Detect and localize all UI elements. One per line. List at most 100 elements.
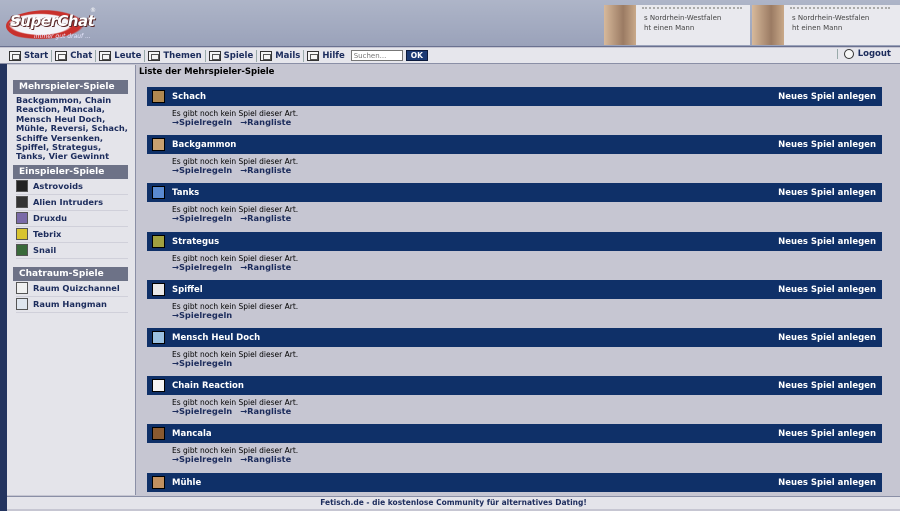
ranking-link[interactable]: →Rangliste [240, 118, 291, 127]
game-section: Spiffel Neues Spiel anlegen Es gibt noch k… [147, 280, 882, 320]
sidebar-item-game[interactable]: Alien Intruders [16, 195, 128, 211]
new-game-button[interactable]: Neues Spiel anlegen [778, 188, 876, 198]
game-name[interactable]: Mensch Heul Doch [172, 333, 778, 343]
new-game-button[interactable]: Neues Spiel anlegen [778, 478, 876, 488]
game-icon [152, 186, 165, 199]
logo-tagline: immer gut drauf ... [34, 33, 91, 40]
sidebar-heading-multiplayer: Mehrspieler-Spiele [13, 80, 128, 94]
nav-divider [51, 49, 53, 62]
logo-registered-mark: ® [90, 7, 96, 14]
ranking-link[interactable]: →Rangliste [240, 166, 291, 175]
game-header: Mancala Neues Spiel anlegen [147, 424, 882, 443]
ad-line: ht einen Mann [644, 24, 695, 32]
ad-line: s Nordrhein-Westfalen [644, 14, 722, 22]
game-body: Es gibt noch kein Spiel dieser Art. →Spie… [147, 443, 882, 464]
rules-link[interactable]: →Spielregeln [172, 455, 232, 464]
logout-link[interactable]: Logout [836, 49, 891, 59]
game-name[interactable]: Strategus [172, 237, 778, 247]
rules-link[interactable]: →Spielregeln [172, 407, 232, 416]
new-game-button[interactable]: Neues Spiel anlegen [778, 92, 876, 102]
ad-line: s Nordrhein-Westfalen [792, 14, 870, 22]
nav-mails[interactable]: Mails [260, 50, 300, 61]
game-header: Tanks Neues Spiel anlegen [147, 183, 882, 202]
ranking-link[interactable]: →Rangliste [240, 214, 291, 223]
search-input[interactable] [350, 50, 403, 61]
multiplayer-game-list[interactable]: Backgammon, Chain Reaction, Mancala, Men… [16, 94, 128, 162]
left-frame [0, 64, 7, 511]
game-body: Es gibt noch kein Spiel dieser Art. →Spie… [147, 202, 882, 223]
sidebar-item-chatroom[interactable]: Raum Quizchannel [16, 281, 128, 297]
game-name[interactable]: Chain Reaction [172, 381, 778, 391]
rules-link[interactable]: →Spielregeln [172, 263, 232, 272]
ranking-link[interactable]: →Rangliste [240, 263, 291, 272]
game-section: Tanks Neues Spiel anlegen Es gibt noch kei… [147, 183, 882, 223]
sidebar-item-game[interactable]: Druxdu [16, 211, 128, 227]
nav-divider [144, 49, 146, 62]
search-ok-button[interactable]: OK [405, 50, 428, 61]
game-name[interactable]: Spiffel [172, 285, 778, 295]
game-name[interactable]: Tanks [172, 188, 778, 198]
chatroom-icon [16, 298, 28, 311]
footer-ad-link[interactable]: Fetisch.de - die kostenlose Community fü… [7, 496, 900, 509]
rules-link[interactable]: →Spielregeln [172, 214, 232, 223]
nav-spiele[interactable]: Spiele [208, 50, 253, 61]
no-game-text: Es gibt noch kein Spiel dieser Art. [172, 302, 299, 311]
ad-banner[interactable]: s Nordrhein-Westfalen ht einen Mann [752, 5, 900, 45]
main-nav: Start Chat Leute Themen Spiele Mails Hil… [0, 48, 900, 64]
sidebar-heading-singleplayer: Einspieler-Spiele [13, 164, 128, 179]
new-game-button[interactable]: Neues Spiel anlegen [778, 285, 876, 295]
new-game-button[interactable]: Neues Spiel anlegen [778, 429, 876, 439]
game-icon [152, 379, 165, 392]
game-name[interactable]: Mancala [172, 429, 778, 439]
game-name[interactable]: Mühle [172, 478, 778, 488]
game-icon [152, 331, 165, 344]
game-section: Mühle Neues Spiel anlegen [147, 473, 882, 492]
nav-start[interactable]: Start [9, 50, 48, 61]
nav-chat[interactable]: Chat [55, 50, 92, 61]
sidebar-item-chatroom[interactable]: Raum Hangman [16, 297, 128, 313]
nav-divider [204, 49, 206, 62]
new-game-button[interactable]: Neues Spiel anlegen [778, 237, 876, 247]
game-icon [152, 283, 165, 296]
superchat-logo[interactable]: SuperChat ® immer gut drauf ... [4, 4, 96, 44]
new-game-button[interactable]: Neues Spiel anlegen [778, 140, 876, 150]
sidebar-item-game[interactable]: Snail [16, 243, 128, 259]
rules-link[interactable]: →Spielregeln [172, 118, 232, 127]
game-section: Strategus Neues Spiel anlegen Es gibt noch… [147, 232, 882, 272]
ranking-link[interactable]: →Rangliste [240, 455, 291, 464]
game-icon [16, 212, 28, 225]
game-section: Chain Reaction Neues Spiel anlegen Es gibt… [147, 376, 882, 416]
home-icon [9, 50, 21, 61]
nav-leute[interactable]: Leute [99, 50, 141, 61]
sidebar-item-game[interactable]: Tebrix [16, 227, 128, 243]
game-section: Mensch Heul Doch Neues Spiel anlegen Es gi… [147, 328, 882, 368]
logo-name: SuperChat [10, 12, 95, 30]
game-header: Mühle Neues Spiel anlegen [147, 473, 882, 492]
game-icon [152, 235, 165, 248]
game-section: Schach Neues Spiel anlegen Es gibt noch ke… [147, 87, 882, 127]
rules-link[interactable]: →Spielregeln [172, 166, 232, 175]
header: SuperChat ® immer gut drauf ... s Nordrh… [0, 0, 900, 47]
ad-banner[interactable]: s Nordrhein-Westfalen ht einen Mann [604, 5, 750, 45]
game-header: Spiffel Neues Spiel anlegen [147, 280, 882, 299]
ranking-link[interactable]: →Rangliste [240, 407, 291, 416]
game-icon [152, 138, 165, 151]
new-game-button[interactable]: Neues Spiel anlegen [778, 381, 876, 391]
game-icon [16, 196, 28, 209]
rules-link[interactable]: →Spielregeln [172, 359, 232, 368]
sidebar-item-game[interactable]: Astrovoids [16, 179, 128, 195]
rules-link[interactable]: →Spielregeln [172, 311, 232, 320]
nav-themen[interactable]: Themen [148, 50, 202, 61]
game-body: Es gibt noch kein Spiel dieser Art. →Spie… [147, 154, 882, 175]
sidebar-heading-chatroom: Chatraum-Spiele [13, 266, 128, 281]
game-body: Es gibt noch kein Spiel dieser Art. →Spie… [147, 299, 882, 320]
sidebar-item-label: Astrovoids [33, 181, 83, 192]
new-game-button[interactable]: Neues Spiel anlegen [778, 333, 876, 343]
game-name[interactable]: Schach [172, 92, 778, 102]
game-icon [152, 476, 165, 489]
nav-hilfe[interactable]: Hilfe [307, 50, 345, 61]
no-game-text: Es gibt noch kein Spiel dieser Art. [172, 350, 299, 359]
sidebar-item-label: Druxdu [33, 213, 68, 224]
game-name[interactable]: Backgammon [172, 140, 778, 150]
game-header: Mensch Heul Doch Neues Spiel anlegen [147, 328, 882, 347]
